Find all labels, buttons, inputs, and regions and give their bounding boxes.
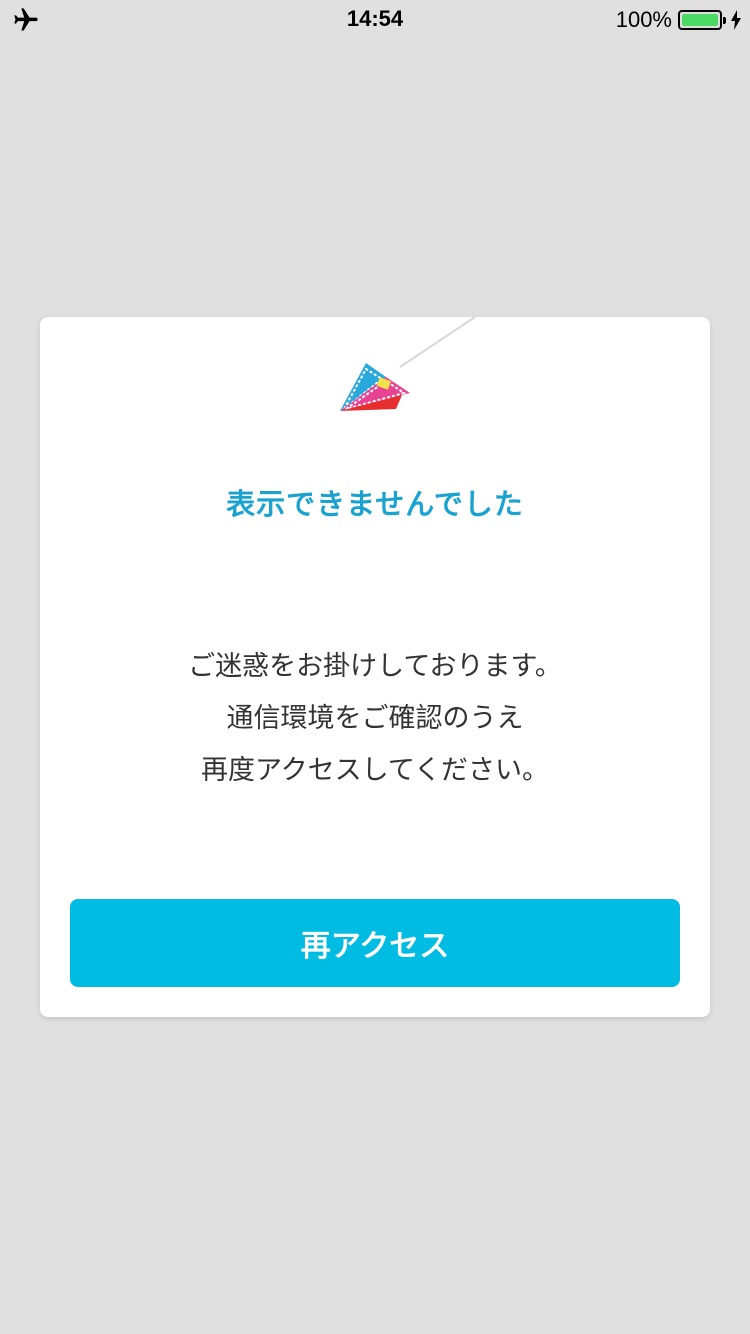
status-bar: 14:54 100% [0,0,750,40]
charging-bolt-icon [731,10,741,30]
error-title: 表示できませんでした [226,487,524,521]
paper-airplane-icon [340,317,476,411]
battery-percentage: 100% [615,7,672,32]
error-card: 表示できませんでした ご迷惑をお掛けしております。 通信環境をご確認のうえ 再度… [40,317,710,1017]
message-line: 再度アクセスしてください。 [200,755,550,786]
status-right: 100% [616,6,742,34]
error-message: ご迷惑をお掛けしております。 通信環境をご確認のうえ 再度アクセスしてください。 [40,641,710,797]
battery-tip [723,17,726,24]
battery-level [682,14,718,26]
battery-icon [678,10,726,30]
message-line: 通信環境をご確認のうえ [226,703,524,734]
message-line: ご迷惑をお掛けしております。 [188,651,562,682]
retry-button[interactable]: 再アクセス [70,899,680,987]
